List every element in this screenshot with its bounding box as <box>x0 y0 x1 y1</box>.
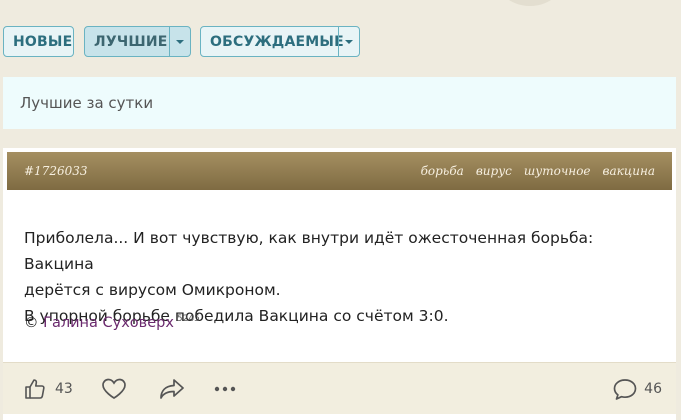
tab-best-label[interactable]: ЛУЧШИЕ <box>85 34 169 50</box>
heart-icon <box>101 377 127 401</box>
post-tag[interactable]: борьба <box>421 164 464 178</box>
post-tag[interactable]: шуточное <box>524 164 591 178</box>
tab-best[interactable]: ЛУЧШИЕ <box>84 26 191 57</box>
post-author-link[interactable]: Галина Суховерх <box>43 315 174 331</box>
period-label: Лучшие за сутки <box>20 94 154 112</box>
more-button[interactable] <box>213 363 237 415</box>
post-tags: борьба вирус шуточное вакцина <box>421 164 655 178</box>
more-dots-icon <box>213 385 237 393</box>
chevron-down-icon <box>176 39 184 44</box>
chevron-down-icon <box>345 39 353 44</box>
post-tag[interactable]: вирус <box>476 164 512 178</box>
tab-best-dropdown[interactable] <box>169 27 190 56</box>
tab-discussed[interactable]: ОБСУЖДАЕМЫЕ <box>200 26 360 57</box>
thumbs-up-icon <box>23 377 47 401</box>
post-text-line: Приболела... И вот чувствую, как внутри … <box>24 229 594 273</box>
comment-count: 46 <box>644 381 662 397</box>
post-text-line: дерётся с вирусом Омикроном. <box>24 281 281 299</box>
copyright-sign: © <box>24 314 39 331</box>
post-header: #1726033 борьба вирус шуточное вакцина <box>7 152 672 190</box>
post-card: #1726033 борьба вирус шуточное вакцина П… <box>3 148 676 420</box>
period-banner: Лучшие за сутки <box>3 77 676 129</box>
top-decoration <box>490 0 570 6</box>
post-actions: 43 46 <box>3 362 676 414</box>
like-count: 43 <box>55 381 73 397</box>
post-author-line: © Галина Суховерх 5245 <box>24 314 200 331</box>
comments-button[interactable]: 46 <box>612 363 662 415</box>
comment-bubble-icon <box>612 377 638 401</box>
tab-new-label: НОВЫЕ <box>13 33 73 50</box>
share-button[interactable] <box>158 363 186 415</box>
like-button[interactable]: 43 <box>23 363 73 415</box>
tab-new[interactable]: НОВЫЕ <box>3 26 74 57</box>
share-arrow-icon <box>158 377 186 401</box>
tab-discussed-label[interactable]: ОБСУЖДАЕМЫЕ <box>201 34 344 50</box>
post-id[interactable]: #1726033 <box>24 164 88 178</box>
author-rating: 5245 <box>176 314 200 324</box>
tab-discussed-dropdown[interactable] <box>338 27 359 56</box>
favorite-button[interactable] <box>101 363 127 415</box>
post-tag[interactable]: вакцина <box>603 164 655 178</box>
